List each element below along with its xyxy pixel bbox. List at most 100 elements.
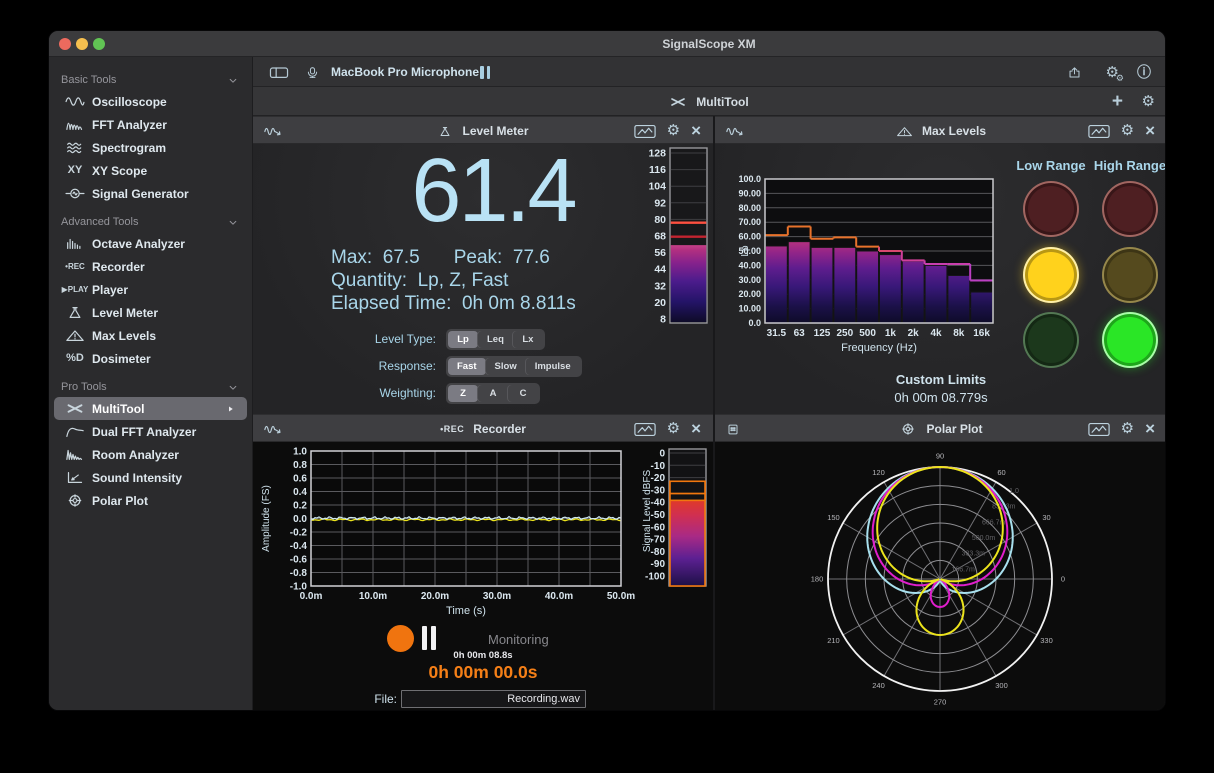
svg-text:Amplitude (FS): Amplitude (FS) [261, 485, 272, 552]
segment-option-fast[interactable]: Fast [448, 358, 486, 375]
svg-text:32: 32 [654, 280, 666, 292]
sidebar-item-player[interactable]: ▶PLAYPlayer [49, 278, 252, 301]
svg-text:180: 180 [811, 575, 824, 584]
svg-text:1.0: 1.0 [1009, 488, 1019, 495]
light-low-yellow-on [1023, 247, 1079, 303]
sidebar-item-dual-fft-analyzer[interactable]: Dual FFT Analyzer [49, 420, 252, 443]
sidebar-toggle-icon[interactable] [269, 57, 289, 87]
svg-text:0.0: 0.0 [293, 514, 307, 525]
svg-text:333.3m: 333.3m [962, 551, 986, 558]
toolbar: MacBook Pro Microphone ⚙⚙ ⓘ [253, 57, 1165, 87]
segment-option-leq[interactable]: Leq [478, 331, 513, 348]
custom-limits-label: Custom Limits [827, 372, 1055, 387]
svg-text:250: 250 [836, 328, 853, 339]
sidebar-item-label: Polar Plot [92, 494, 148, 508]
panel-settings-icon[interactable]: ⚙ [1121, 420, 1134, 438]
segment-option-lp[interactable]: Lp [448, 331, 478, 348]
light-high-green-on [1102, 312, 1158, 368]
sidebar: Basic ToolsOscilloscope FFT Analyzer Spect… [49, 57, 253, 710]
sidebar-item-multitool[interactable]: MultiTool [54, 397, 247, 420]
sidebar-section-header[interactable]: Advanced Tools [49, 212, 252, 232]
segmented-control: ZAC [446, 383, 540, 404]
info-icon[interactable]: ⓘ [1137, 57, 1151, 87]
svg-text:8: 8 [660, 314, 666, 326]
chevron-down-icon[interactable] [226, 76, 240, 85]
segment-option-c[interactable]: C [508, 385, 538, 402]
chart-view-icon[interactable] [1088, 124, 1110, 139]
transport-pause-button[interactable] [422, 626, 436, 650]
sidebar-section-header[interactable]: Pro Tools [49, 377, 252, 397]
sidebar-section-label: Advanced Tools [61, 216, 226, 228]
light-low-red-off [1023, 181, 1079, 237]
svg-text:80.00: 80.00 [738, 203, 761, 213]
chart-view-icon[interactable] [634, 124, 656, 139]
svg-text:30: 30 [1042, 513, 1050, 522]
chart-view-icon[interactable] [1088, 422, 1110, 437]
zoom-window-button[interactable] [93, 38, 105, 50]
chart-view-icon[interactable] [634, 422, 656, 437]
panel-settings-icon[interactable]: ⚙ [667, 122, 680, 140]
svg-text:0.0m: 0.0m [300, 591, 323, 602]
sidebar-item-max-levels[interactable]: Max Levels [49, 324, 252, 347]
sidebar-item-octave-analyzer[interactable]: Octave Analyzer [49, 232, 252, 255]
sidebar-item-label: FFT Analyzer [92, 118, 167, 132]
svg-text:0.6: 0.6 [293, 474, 307, 485]
svg-text:Lp: Lp [740, 245, 751, 257]
svg-text:500.0m: 500.0m [972, 535, 996, 542]
file-name-input[interactable] [401, 690, 586, 708]
sidebar-item-level-meter[interactable]: Level Meter [49, 301, 252, 324]
pause-input-button[interactable] [480, 57, 490, 87]
input-device-selector[interactable]: MacBook Pro Microphone [331, 57, 479, 87]
svg-text:10.00: 10.00 [738, 304, 761, 314]
multitool-settings-icon[interactable]: ⚙ [1142, 87, 1155, 116]
sidebar-item-room-analyzer[interactable]: Room Analyzer [49, 443, 252, 466]
settings-gears-icon[interactable]: ⚙⚙ [1106, 57, 1119, 87]
segment-option-z[interactable]: Z [448, 385, 478, 402]
close-panel-icon[interactable]: × [691, 420, 701, 439]
sidebar-item-polar-plot[interactable]: Polar Plot [49, 489, 252, 512]
segment-option-a[interactable]: A [478, 385, 508, 402]
sidebar-item-fft-analyzer[interactable]: FFT Analyzer [49, 113, 252, 136]
close-panel-icon[interactable]: × [1145, 122, 1155, 141]
svg-text:128: 128 [648, 148, 666, 160]
octave-icon [58, 237, 92, 250]
svg-text:20: 20 [654, 297, 666, 309]
max-levels-elapsed: 0h 00m 08.779s [827, 390, 1055, 405]
sidebar-item-xy-scope[interactable]: XYXY Scope [49, 159, 252, 182]
recorded-time-small: 0h 00m 08.8s [253, 650, 713, 661]
svg-text:300: 300 [995, 681, 1008, 690]
close-window-button[interactable] [59, 38, 71, 50]
close-panel-icon[interactable]: × [1145, 420, 1155, 439]
warn-icon [58, 329, 92, 342]
room-icon [58, 448, 92, 461]
sidebar-item-sound-intensity[interactable]: Sound Intensity [49, 466, 252, 489]
sidebar-item-spectrogram[interactable]: Spectrogram [49, 136, 252, 159]
segment-option-impulse[interactable]: Impulse [526, 358, 580, 375]
chevron-down-icon[interactable] [226, 383, 240, 392]
panel-settings-icon[interactable]: ⚙ [667, 420, 680, 438]
arrow-right-icon[interactable] [226, 405, 238, 413]
max-levels-body: 100.090.0080.0070.0060.0050.0040.0030.00… [715, 144, 1166, 414]
microphone-icon[interactable] [304, 57, 321, 87]
polar-plot-icon [899, 423, 917, 435]
multitool-title: MultiTool [696, 95, 748, 109]
sidebar-item-oscilloscope[interactable]: Oscilloscope [49, 90, 252, 113]
panel-settings-icon[interactable]: ⚙ [1121, 122, 1134, 140]
sidebar-item-label: Player [92, 283, 128, 297]
sidebar-item-recorder[interactable]: •RECRecorder [49, 255, 252, 278]
sidebar-item-dosimeter[interactable]: %DDosimeter [49, 347, 252, 370]
sidebar-section-header[interactable]: Basic Tools [49, 70, 252, 90]
minimize-window-button[interactable] [76, 38, 88, 50]
segment-option-lx[interactable]: Lx [513, 331, 543, 348]
window-title: SignalScope XM [253, 31, 1165, 57]
svg-text:70.00: 70.00 [738, 217, 761, 227]
svg-text:44: 44 [654, 264, 666, 276]
segment-option-slow[interactable]: Slow [486, 358, 526, 375]
chevron-down-icon[interactable] [226, 218, 240, 227]
record-button[interactable] [387, 625, 414, 652]
polar-plot-panel: Polar Plot ⚙ × 0306090120150180210240270… [713, 414, 1166, 711]
share-icon[interactable] [1066, 57, 1083, 87]
sidebar-item-signal-generator[interactable]: Signal Generator [49, 182, 252, 205]
add-tool-icon[interactable]: + [1112, 87, 1123, 116]
close-panel-icon[interactable]: × [691, 122, 701, 141]
